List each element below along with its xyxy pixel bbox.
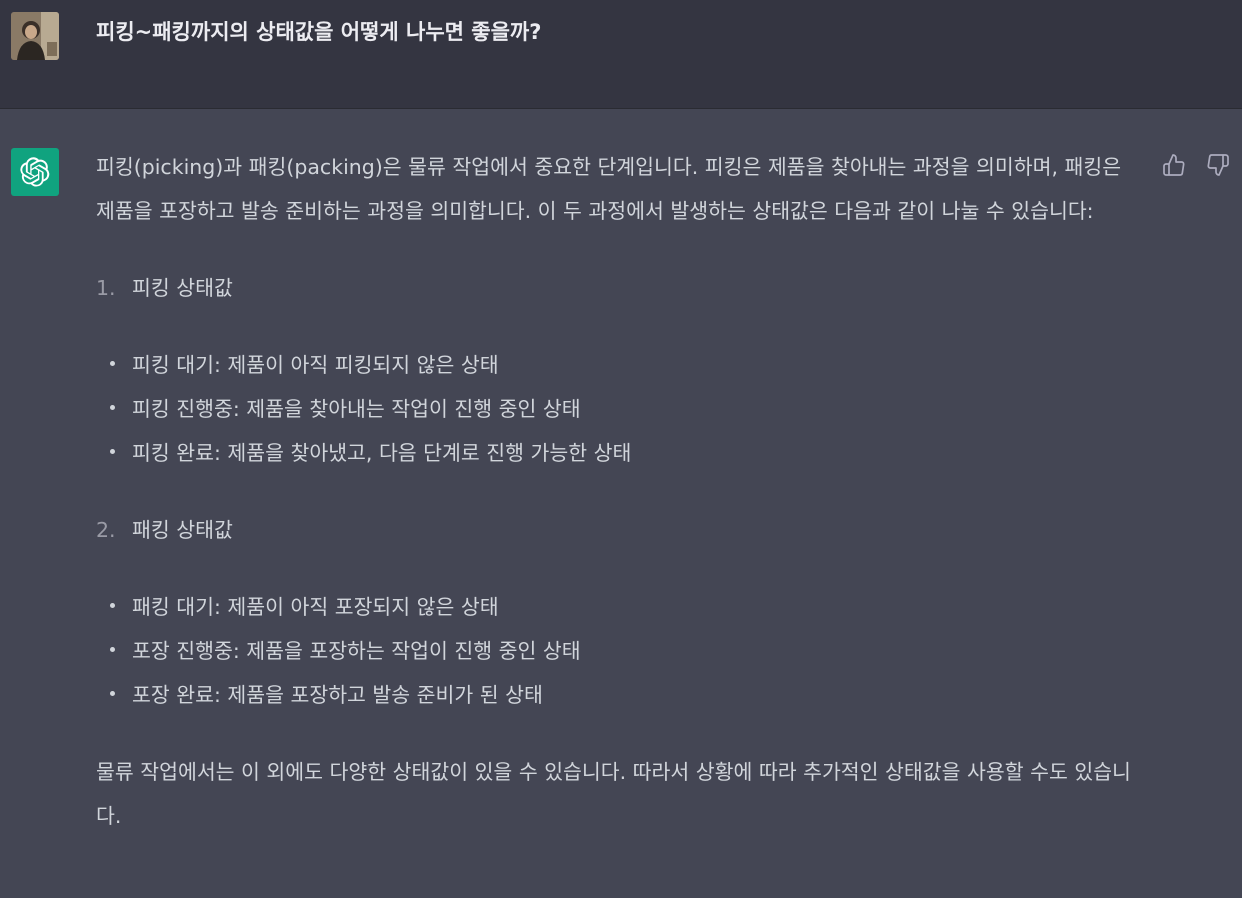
user-avatar-photo [11, 12, 59, 60]
bullet-icon [110, 603, 115, 608]
bullet-icon [110, 405, 115, 410]
list-item: 피킹 대기: 제품이 아직 피킹되지 않은 상태 [96, 343, 1146, 387]
section-number: 2. [96, 518, 116, 542]
assistant-response: 피킹(picking)과 패킹(packing)은 물류 작업에서 중요한 단계… [96, 145, 1146, 838]
list-item: 포장 완료: 제품을 포장하고 발송 준비가 된 상태 [96, 673, 1146, 717]
assistant-message-row: 피킹(picking)과 패킹(packing)은 물류 작업에서 중요한 단계… [0, 109, 1242, 898]
section-title: 피킹 상태값 [132, 276, 233, 300]
status-section-packing: 2. 패킹 상태값 [96, 508, 1146, 552]
thumbs-up-button[interactable] [1162, 153, 1186, 177]
list-item: 포장 진행중: 제품을 포장하는 작업이 진행 중인 상태 [96, 629, 1146, 673]
response-outro: 물류 작업에서는 이 외에도 다양한 상태값이 있을 수 있습니다. 따라서 상… [96, 760, 1131, 828]
list-item: 패킹 대기: 제품이 아직 포장되지 않은 상태 [96, 585, 1146, 629]
openai-logo-icon [11, 148, 59, 196]
thumbs-down-icon [1207, 154, 1229, 176]
thumbs-down-button[interactable] [1206, 153, 1230, 177]
bullet-icon [110, 361, 115, 366]
thumbs-up-icon [1163, 154, 1185, 176]
feedback-buttons [1162, 153, 1230, 177]
user-avatar [11, 12, 59, 60]
response-intro: 피킹(picking)과 패킹(packing)은 물류 작업에서 중요한 단계… [96, 155, 1122, 223]
user-message-text: 피킹~패킹까지의 상태값을 어떻게 나누면 좋을까? [96, 20, 542, 44]
picking-status-list: 피킹 대기: 제품이 아직 피킹되지 않은 상태 피킹 진행중: 제품을 찾아내… [96, 343, 1146, 475]
user-message-row: 피킹~패킹까지의 상태값을 어떻게 나누면 좋을까? [0, 0, 1242, 109]
bullet-icon [110, 449, 115, 454]
bullet-icon [110, 647, 115, 652]
status-section-picking: 1. 피킹 상태값 [96, 266, 1146, 310]
bullet-icon [110, 691, 115, 696]
section-title: 패킹 상태값 [132, 518, 233, 542]
list-item: 피킹 진행중: 제품을 찾아내는 작업이 진행 중인 상태 [96, 387, 1146, 431]
list-item: 피킹 완료: 제품을 찾아냈고, 다음 단계로 진행 가능한 상태 [96, 431, 1146, 475]
packing-status-list: 패킹 대기: 제품이 아직 포장되지 않은 상태 포장 진행중: 제품을 포장하… [96, 585, 1146, 717]
section-number: 1. [96, 276, 116, 300]
